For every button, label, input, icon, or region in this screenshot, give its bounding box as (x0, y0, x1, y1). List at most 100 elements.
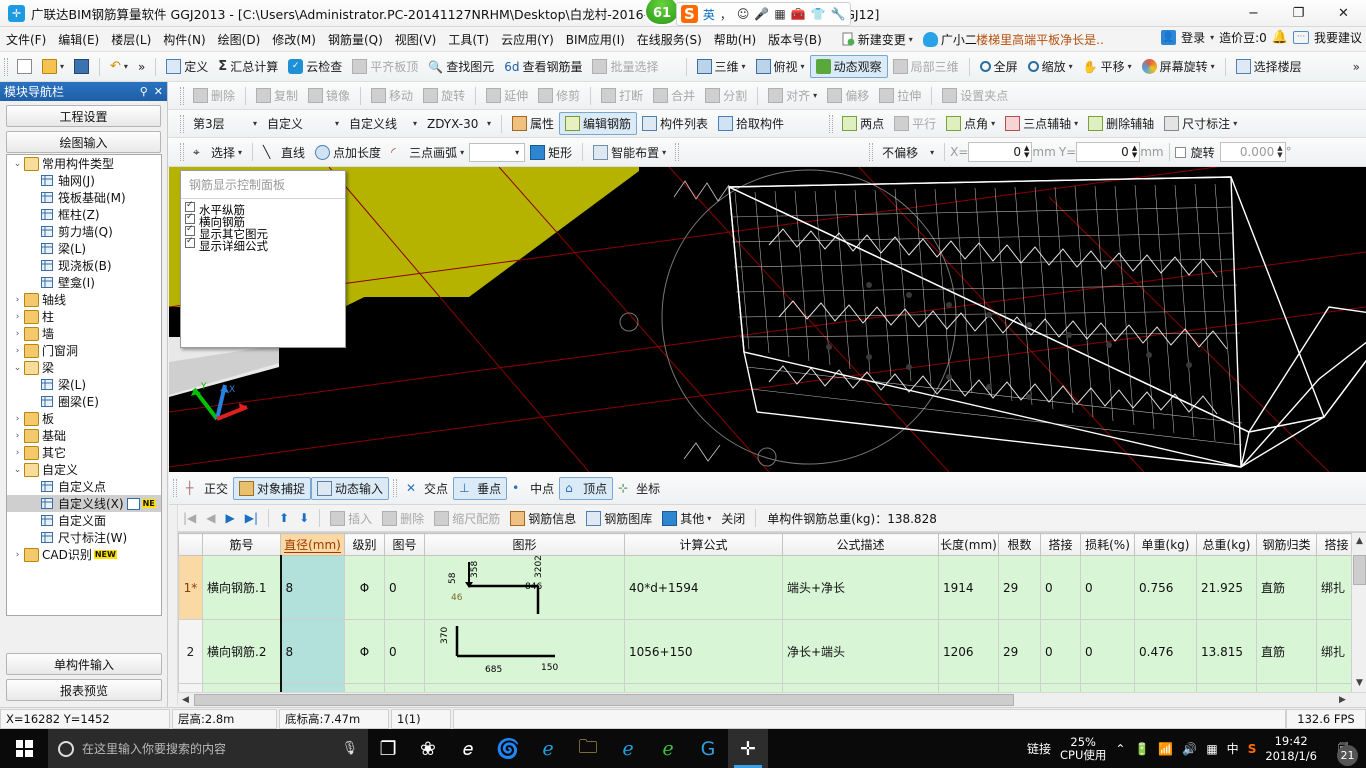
tree-item-19[interactable]: 自定义点 (7, 478, 161, 495)
cell-length[interactable]: 1206 (938, 619, 999, 684)
taskbar-app-ie[interactable]: ℯ (608, 729, 648, 768)
select-chevron-down-icon[interactable]: ▾ (238, 148, 242, 157)
rect-tool-button[interactable]: 矩形 (525, 142, 577, 163)
scroll-up-icon[interactable]: ▲ (1352, 533, 1366, 549)
column-header-diameter[interactable]: 直径(mm) (280, 533, 345, 556)
x-spinner[interactable]: ▲ ▼ (1024, 145, 1029, 159)
save-button[interactable] (69, 57, 94, 76)
topview-chevron-down-icon[interactable]: ▾ (801, 62, 805, 71)
taskbar-app-360[interactable]: ℯ (648, 729, 688, 768)
column-header-unit_w[interactable]: 单重(kg) (1134, 533, 1197, 556)
table-row[interactable]: 1*横向钢筋.18Φ0583584684632028540*d+1594端头+净… (178, 544, 1357, 620)
two-point-button[interactable]: 两点 (837, 113, 889, 134)
task-view-button[interactable]: ❐ (368, 729, 408, 768)
tree-item-2[interactable]: 筏板基础(M) (7, 189, 161, 206)
tip-banner[interactable]: 楼梯里高端平板净长是.. (960, 30, 1120, 50)
summary-calc-button[interactable]: Σ 汇总计算 (213, 56, 283, 77)
menu-item-cloud[interactable]: 云应用(Y) (495, 28, 560, 51)
fullscreen-button[interactable]: 全屏 (975, 56, 1023, 77)
tree-item-11[interactable]: › 门窗洞 (7, 342, 161, 359)
taskbar-app-glodon[interactable]: ✛ (728, 729, 768, 768)
y-spinner[interactable]: ▲ ▼ (1132, 145, 1137, 159)
tree-item-4[interactable]: 剪力墙(Q) (7, 223, 161, 240)
name-chevron-down-icon[interactable]: ▾ (487, 119, 491, 128)
view-rebar-button[interactable]: 6d 查看钢筋量 (499, 56, 587, 77)
undo-chevron-down-icon[interactable]: ▾ (124, 62, 128, 71)
taskbar-app-explorer[interactable]: 🗀 (568, 729, 608, 768)
beans-label[interactable]: 造价豆:0 (1219, 29, 1267, 46)
prev-record-button[interactable]: ◀ (201, 511, 220, 525)
pan-chevron-down-icon[interactable]: ▾ (1128, 62, 1132, 71)
zoom-chevron-down-icon[interactable]: ▾ (1069, 62, 1073, 71)
type-chevron-down-icon[interactable]: ▾ (413, 119, 417, 128)
close-icon[interactable]: ✕ (154, 85, 163, 98)
tree-item-6[interactable]: 现浇板(B) (7, 257, 161, 274)
smart-layout-chevron-down-icon[interactable]: ▾ (662, 148, 666, 157)
pan-button[interactable]: ✋ 平移 ▾ (1078, 56, 1137, 77)
topview-button[interactable]: 俯视 ▾ (751, 56, 810, 77)
menu-item-modify[interactable]: 修改(M) (266, 28, 322, 51)
cell-unit_w[interactable]: 0.756 (1134, 555, 1197, 620)
toolbar-overflow-1[interactable]: » (133, 58, 150, 76)
menu-item-edit[interactable]: 编辑(E) (52, 28, 105, 51)
column-header-rebar_no[interactable]: 筋号 (202, 533, 281, 556)
floor-selector[interactable]: 第3层 ▾ (188, 113, 262, 134)
last-record-button[interactable]: ▶| (240, 511, 263, 525)
combo-chevron-down-icon[interactable]: ▾ (515, 148, 519, 157)
ime-keyboard-icon[interactable]: ▦ (774, 7, 785, 21)
column-header-class[interactable]: 钢筋归类 (1256, 533, 1317, 556)
other-chevron-down-icon[interactable]: ▾ (707, 514, 711, 523)
tree-item-18[interactable]: ⌄ 自定义 (7, 461, 161, 478)
find-element-button[interactable]: 🔍 查找图元 (423, 56, 499, 77)
category-chevron-down-icon[interactable]: ▾ (335, 119, 339, 128)
ime-punctuation-icon[interactable]: ， (720, 6, 732, 23)
3d-viewport[interactable]: Y X 钢筋显示控制面板 水平纵筋 横向钢筋 (169, 167, 1366, 472)
tree-expander-icon[interactable]: › (11, 329, 24, 339)
tree-expander-icon[interactable]: › (11, 431, 24, 441)
delete-axis-button[interactable]: 删除辅轴 (1083, 113, 1159, 134)
offset-chevron-down-icon[interactable]: ▾ (930, 148, 934, 157)
tree-item-13[interactable]: 梁(L) (7, 376, 161, 393)
cell-total_w[interactable]: 13.815 (1196, 619, 1257, 684)
taskbar-app-sogou[interactable]: ❀ (408, 729, 448, 768)
tray-wifi-icon[interactable]: 📶 (1158, 742, 1173, 756)
ime-toolbox-icon[interactable]: 🧰 (791, 7, 806, 21)
orbit-button[interactable]: 动态观察 (809, 55, 888, 78)
dynamic-input-button[interactable]: 动态输入 (311, 476, 390, 500)
view-3d-button[interactable]: 三维 ▾ (692, 56, 751, 77)
minimize-button[interactable]: − (1231, 0, 1276, 27)
cell-length[interactable]: 1914 (938, 555, 999, 620)
dimension-button[interactable]: 尺寸标注 ▾ (1159, 113, 1242, 134)
column-header-loss[interactable]: 损耗(%) (1080, 533, 1135, 556)
first-record-button[interactable]: |◀ (178, 511, 201, 525)
cell-lap[interactable]: 0 (1040, 555, 1081, 620)
draw-toolbar-grip-2[interactable] (675, 143, 680, 161)
tray-expand-icon[interactable]: ⌃ (1115, 742, 1125, 756)
tree-expander-icon[interactable]: › (11, 448, 24, 458)
login-button[interactable]: 登录 (1181, 29, 1205, 46)
offset-mode-selector[interactable]: 不偏移 ▾ (877, 142, 939, 163)
cell-count[interactable]: 29 (998, 619, 1041, 684)
smart-layout-button[interactable]: 智能布置 ▾ (588, 142, 671, 163)
menu-item-online[interactable]: 在线服务(S) (631, 28, 708, 51)
rebar-option-show-detailed-formula[interactable]: 显示详细公式 (185, 236, 343, 253)
cell-class[interactable]: 直筋 (1256, 619, 1317, 684)
rebar-option-transverse[interactable]: 横向钢筋 (185, 212, 343, 229)
ime-mic-icon[interactable]: 🎤 (754, 7, 769, 21)
rotate-input[interactable]: 0.000 ▲ ▼ (1219, 142, 1286, 162)
tree-item-21[interactable]: 自定义面 (7, 512, 161, 529)
draw-toolbar-grip[interactable] (180, 143, 184, 161)
open-chevron-down-icon[interactable]: ▾ (60, 62, 64, 71)
tray-battery-icon[interactable]: 🔋 (1134, 742, 1149, 756)
cell-desc[interactable]: 端头+净长 (782, 555, 939, 620)
tree-expander-icon[interactable]: › (11, 312, 24, 322)
login-chevron-down-icon[interactable]: ▾ (1210, 33, 1214, 42)
move-up-button[interactable]: ⬆ (274, 511, 294, 525)
view-3d-chevron-down-icon[interactable]: ▾ (742, 62, 746, 71)
move-down-button[interactable]: ⬇ (294, 511, 314, 525)
cell-formula[interactable]: 1056+150 (624, 619, 783, 684)
cell-total_w[interactable]: 21.925 (1196, 555, 1257, 620)
menu-item-floor[interactable]: 楼层(L) (105, 28, 157, 51)
column-header-grade[interactable]: 级别 (344, 533, 385, 556)
floor-chevron-down-icon[interactable]: ▾ (253, 119, 257, 128)
